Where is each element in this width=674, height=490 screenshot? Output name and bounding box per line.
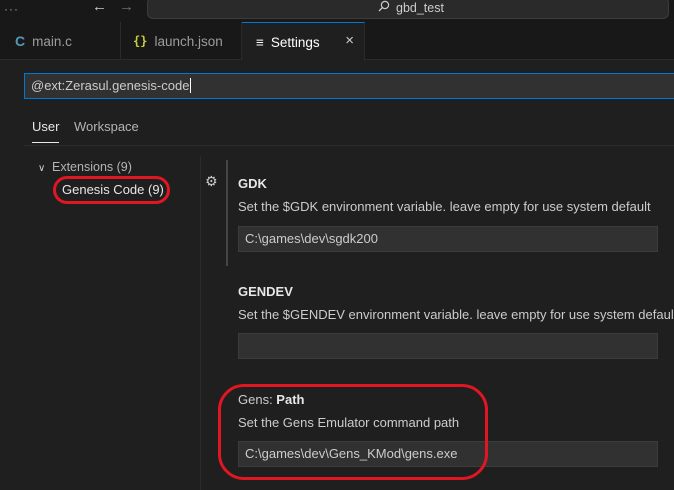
- focus-indicator: [226, 160, 228, 266]
- json-file-icon: {}: [133, 34, 148, 48]
- chevron-down-icon: ∨: [38, 163, 46, 174]
- tab-label: Settings: [270, 34, 320, 50]
- gendev-path-field[interactable]: [238, 333, 658, 359]
- gdk-path-field[interactable]: C:\games\dev\sgdk200: [238, 226, 658, 252]
- setting-title-gens-path: Gens: Path: [238, 392, 304, 407]
- setting-description-gendev: Set the $GENDEV environment variable. le…: [238, 307, 674, 322]
- tab-user[interactable]: User: [32, 119, 60, 143]
- title-bar: ··· ← → gbd_test: [0, 0, 674, 22]
- setting-name: Path: [276, 392, 305, 407]
- tab-main-c[interactable]: C main.c: [0, 22, 121, 60]
- close-icon[interactable]: ×: [345, 32, 354, 49]
- setting-category: Gens:: [238, 392, 277, 407]
- setting-description-gdk: Set the $GDK environment variable. leave…: [238, 199, 651, 214]
- settings-search-input[interactable]: @ext:Zerasul.genesis-code: [24, 73, 674, 99]
- settings-tab-icon: ≡: [256, 34, 264, 50]
- toc-genesis-code[interactable]: Genesis Code (9): [62, 182, 164, 197]
- setting-description-gens-path: Set the Gens Emulator command path: [238, 415, 460, 430]
- tab-workspace[interactable]: Workspace: [74, 119, 139, 134]
- command-center-text: gbd_test: [396, 1, 444, 15]
- editor-tab-bar: C main.c {} launch.json ≡ Settings ×: [0, 22, 674, 61]
- text-caret: [190, 78, 192, 93]
- search-value: @ext:Zerasul.genesis-code: [31, 78, 192, 93]
- search-icon: [378, 0, 390, 12]
- more-icon[interactable]: ···: [4, 2, 19, 16]
- divider: [24, 145, 674, 146]
- toc-extensions[interactable]: ∨ Extensions (9): [38, 160, 132, 174]
- back-arrow-icon[interactable]: ←: [92, 0, 107, 15]
- setting-title-gdk: GDK: [238, 176, 267, 191]
- gear-icon[interactable]: ⚙: [205, 173, 218, 190]
- tab-label: main.c: [32, 33, 72, 49]
- toc-extensions-label: Extensions (9): [52, 160, 132, 174]
- c-file-icon: C: [15, 33, 26, 49]
- forward-arrow-icon[interactable]: →: [119, 0, 134, 15]
- setting-title-gendev: GENDEV: [238, 284, 293, 299]
- tab-label: launch.json: [154, 33, 223, 49]
- gens-path-field[interactable]: C:\games\dev\Gens_KMod\gens.exe: [238, 441, 658, 467]
- tab-settings[interactable]: ≡ Settings ×: [242, 22, 365, 61]
- tab-launch-json[interactable]: {} launch.json: [121, 22, 242, 60]
- command-center[interactable]: gbd_test: [147, 0, 669, 19]
